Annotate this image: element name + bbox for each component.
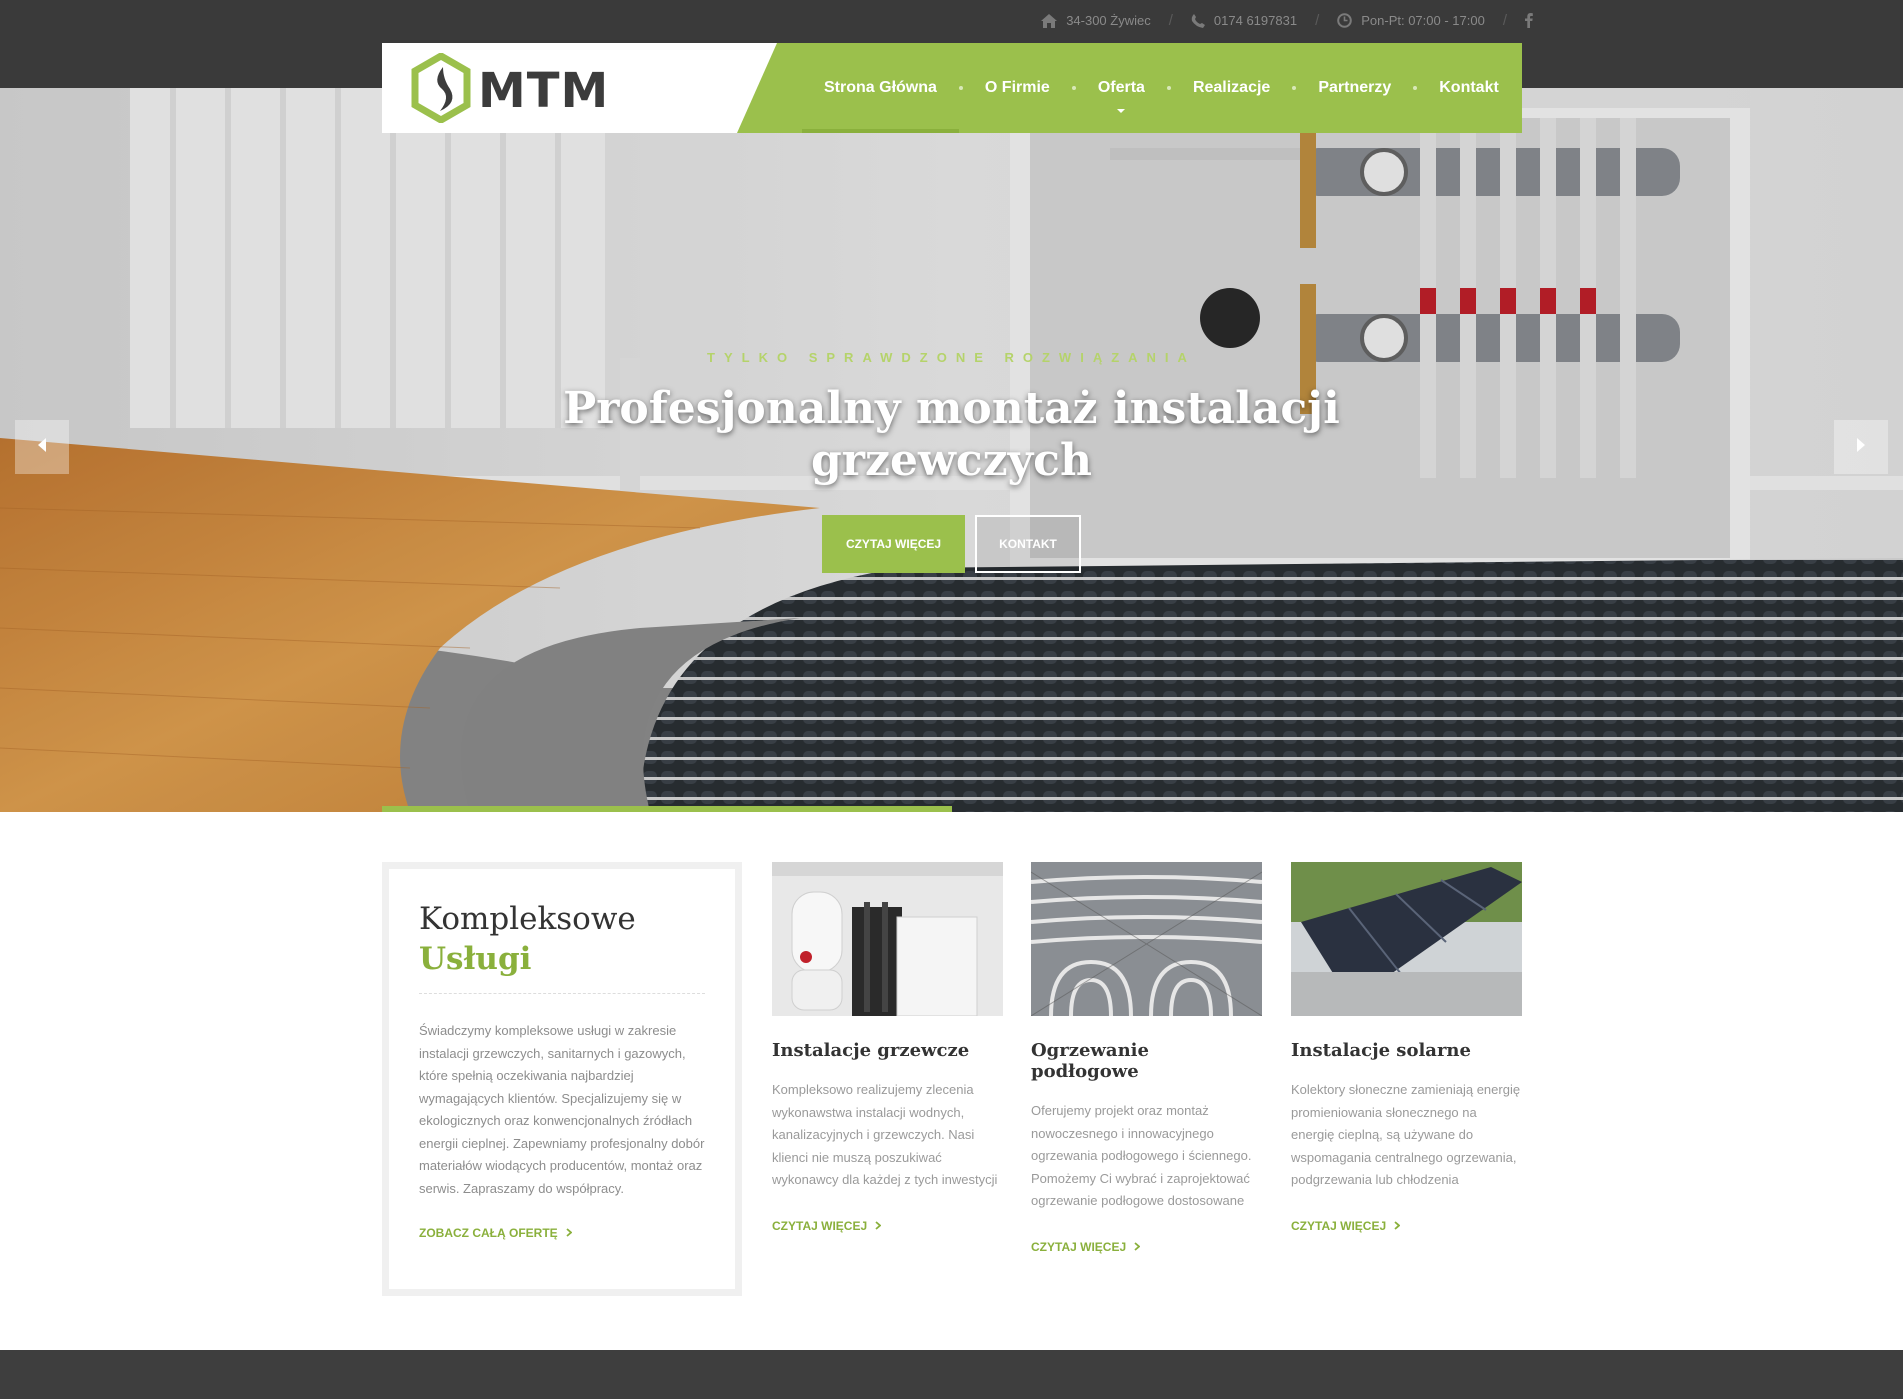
address-item: 34-300 Żywiec xyxy=(1041,13,1151,28)
link-label: CZYTAJ WIĘCEJ xyxy=(1031,1240,1127,1254)
service-image-heating[interactable] xyxy=(772,862,1003,1016)
service-image-solar[interactable] xyxy=(1291,862,1522,1016)
hero-caption: TYLKO SPRAWDZONE ROZWIĄZANIA Profesjonal… xyxy=(0,350,1903,573)
hero-slider: TYLKO SPRAWDZONE ROZWIĄZANIA Profesjonal… xyxy=(0,88,1903,812)
chevron-right-small-icon xyxy=(875,1219,882,1233)
nav-item-partners[interactable]: Partnerzy xyxy=(1296,43,1413,133)
contact-button[interactable]: KONTAKT xyxy=(975,515,1081,573)
hero-subtitle: TYLKO SPRAWDZONE ROZWIĄZANIA xyxy=(707,350,1196,365)
read-more-link[interactable]: CZYTAJ WIĘCEJ xyxy=(1291,1219,1522,1233)
nav-label: Oferta xyxy=(1097,79,1145,96)
chevron-right-small-icon xyxy=(566,1226,573,1240)
phone-icon xyxy=(1191,13,1205,28)
link-label: ZOBACZ CAŁĄ OFERTĘ xyxy=(419,1226,558,1240)
link-label: CZYTAJ WIĘCEJ xyxy=(772,1219,868,1233)
active-indicator xyxy=(802,129,959,133)
nav-label: Strona Główna xyxy=(824,79,937,96)
read-more-link[interactable]: CZYTAJ WIĘCEJ xyxy=(1031,1240,1262,1254)
read-more-button[interactable]: CZYTAJ WIĘCEJ xyxy=(822,515,965,573)
separator: / xyxy=(1315,12,1320,29)
hero-buttons: CZYTAJ WIĘCEJ KONTAKT xyxy=(0,515,1903,573)
nav-label: Realizacje xyxy=(1192,79,1271,96)
hours-item: Pon-Pt: 07:00 - 17:00 xyxy=(1337,13,1485,28)
site-header: MTM Strona Główna O Firmie Oferta Realiz… xyxy=(382,43,1522,133)
separator: / xyxy=(1502,12,1507,29)
service-card: Ogrzewanie podłogowe Oferujemy projekt o… xyxy=(1031,862,1262,1254)
main-nav: Strona Główna O Firmie Oferta Realizacje… xyxy=(802,43,1521,133)
service-description: Oferujemy projekt oraz montaż nowoczesne… xyxy=(1031,1103,1252,1208)
service-title[interactable]: Instalacje solarne xyxy=(1291,1040,1522,1061)
nav-item-about[interactable]: O Firmie xyxy=(963,43,1072,133)
service-image-floor-heating[interactable] xyxy=(1031,862,1262,1016)
service-title[interactable]: Instalacje grzewcze xyxy=(772,1040,1003,1061)
nav-item-contact[interactable]: Kontakt xyxy=(1417,43,1521,133)
intro-title-highlight: Usługi xyxy=(419,941,532,977)
top-info: 34-300 Żywiec / 0174 6197831 / Pon-Pt: 0… xyxy=(1041,12,1533,29)
nav-label: Kontakt xyxy=(1439,79,1499,96)
service-card: Instalacje grzewcze Kompleksowo realizuj… xyxy=(772,862,1003,1233)
intro-box: Kompleksowe Usługi Świadczymy kompleksow… xyxy=(382,862,742,1296)
nav-label: Partnerzy xyxy=(1318,79,1392,96)
nav-item-offer[interactable]: Oferta xyxy=(1076,43,1167,133)
home-icon xyxy=(1041,13,1058,28)
logo-icon xyxy=(410,51,472,128)
service-description: Kompleksowo realizujemy zlecenia wykonaw… xyxy=(772,1082,998,1187)
address-text: 34-300 Żywiec xyxy=(1066,13,1151,28)
read-more-link[interactable]: CZYTAJ WIĘCEJ xyxy=(772,1219,1003,1233)
service-card: Instalacje solarne Kolektory słoneczne z… xyxy=(1291,862,1522,1233)
see-full-offer-link[interactable]: ZOBACZ CAŁĄ OFERTĘ xyxy=(419,1226,705,1240)
logo-text: MTM xyxy=(478,62,610,119)
phone-item[interactable]: 0174 6197831 xyxy=(1191,13,1297,28)
logo[interactable]: MTM xyxy=(410,51,610,128)
chevron-right-small-icon xyxy=(1394,1219,1401,1233)
intro-text: Świadczymy kompleksowe usługi w zakresie… xyxy=(419,1023,705,1196)
phone-text: 0174 6197831 xyxy=(1213,13,1298,28)
clock-icon xyxy=(1337,13,1353,28)
chevron-right-small-icon xyxy=(1134,1240,1141,1254)
intro-title: Kompleksowe xyxy=(419,901,636,937)
link-label: CZYTAJ WIĘCEJ xyxy=(1291,1219,1387,1233)
hero-title: Profesjonalny montaż instalacji grzewczy… xyxy=(563,383,1340,486)
service-description: Kolektory słoneczne zamieniają energię p… xyxy=(1291,1082,1521,1187)
footer xyxy=(0,1350,1903,1399)
chevron-down-icon xyxy=(1117,109,1126,113)
nav-label: O Firmie xyxy=(984,79,1050,96)
slider-progress-bar xyxy=(382,806,952,812)
service-title[interactable]: Ogrzewanie podłogowe xyxy=(1031,1040,1262,1082)
nav-item-home[interactable]: Strona Główna xyxy=(802,43,959,133)
hours-text: Pon-Pt: 07:00 - 17:00 xyxy=(1361,13,1485,28)
divider xyxy=(419,993,705,994)
facebook-icon[interactable] xyxy=(1525,13,1533,28)
nav-item-projects[interactable]: Realizacje xyxy=(1171,43,1292,133)
separator: / xyxy=(1168,12,1173,29)
services-section: Kompleksowe Usługi Świadczymy kompleksow… xyxy=(382,862,1522,1296)
